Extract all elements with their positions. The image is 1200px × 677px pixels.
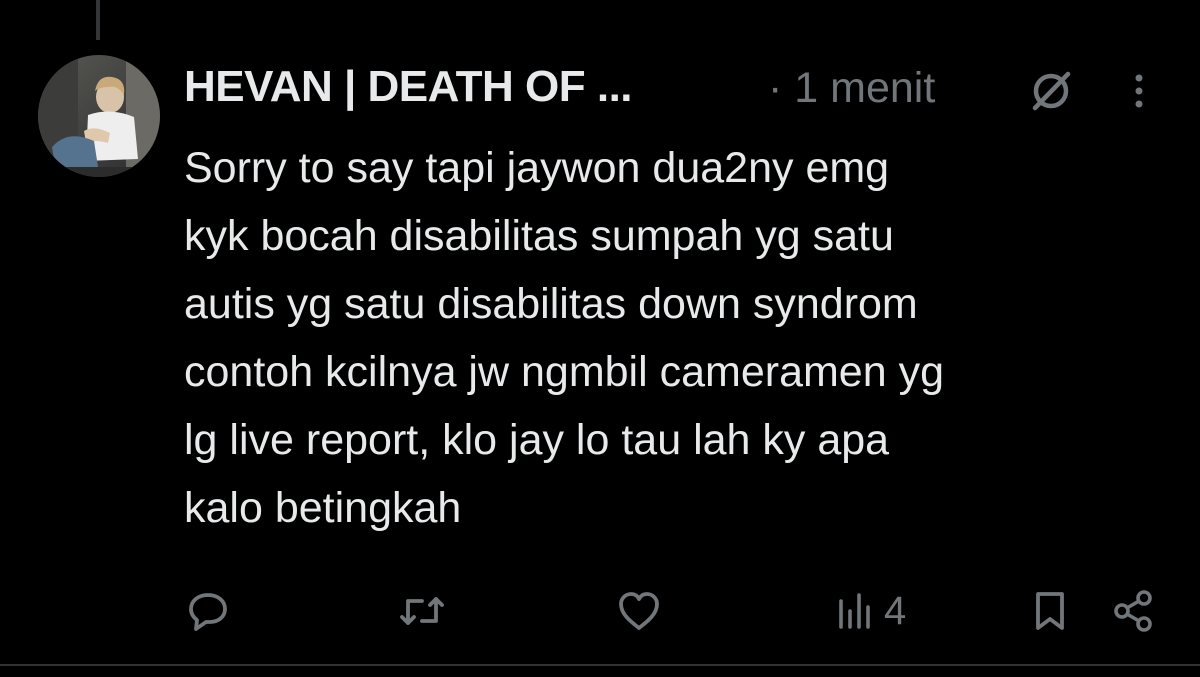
views-chart-icon [836, 589, 872, 633]
post-text-line: kalo betingkah [184, 484, 462, 532]
post-text-line: lg live report, klo jay lo tau lah ky ap… [184, 416, 890, 464]
views-count: 4 [884, 588, 907, 633]
avatar-image [38, 55, 160, 177]
retweet-icon [398, 589, 446, 633]
more-vertical-icon[interactable] [1124, 68, 1154, 114]
bookmark-button[interactable] [1030, 586, 1070, 636]
views-button[interactable]: 4 [836, 586, 906, 636]
author-name[interactable]: HEVAN | DEATH OF ... [184, 62, 633, 112]
post-text-line: Sorry to say tapi jaywon dua2ny emg [184, 144, 890, 192]
reply-button[interactable] [186, 586, 230, 636]
timestamp-text: 1 menit [794, 64, 936, 112]
post-action-bar: 4 [184, 586, 1174, 636]
post-divider [0, 664, 1200, 666]
share-icon [1112, 589, 1156, 633]
post-body: Sorry to say tapi jaywon dua2ny emg kyk … [184, 134, 1174, 542]
reply-icon [186, 589, 230, 633]
post-text-line: autis yg satu disabilitas down syndrom [184, 280, 918, 328]
post-text-line: contoh kcilnya jw ngmbil cameramen yg [184, 348, 944, 396]
timestamp-separator: · [768, 64, 783, 112]
heart-icon [616, 589, 662, 633]
avatar[interactable] [38, 55, 160, 177]
post-header: HEVAN | DEATH OF ... · 1 menit [184, 62, 1160, 118]
thread-connector-line [96, 0, 100, 40]
bookmark-icon [1030, 589, 1070, 633]
post-text-line: kyk bocah disabilitas sumpah yg satu [184, 212, 894, 260]
retweet-button[interactable] [398, 586, 446, 636]
like-button[interactable] [616, 586, 662, 636]
grok-icon[interactable] [1028, 68, 1074, 114]
share-button[interactable] [1112, 586, 1156, 636]
post-timestamp[interactable]: · 1 menit [768, 64, 935, 113]
